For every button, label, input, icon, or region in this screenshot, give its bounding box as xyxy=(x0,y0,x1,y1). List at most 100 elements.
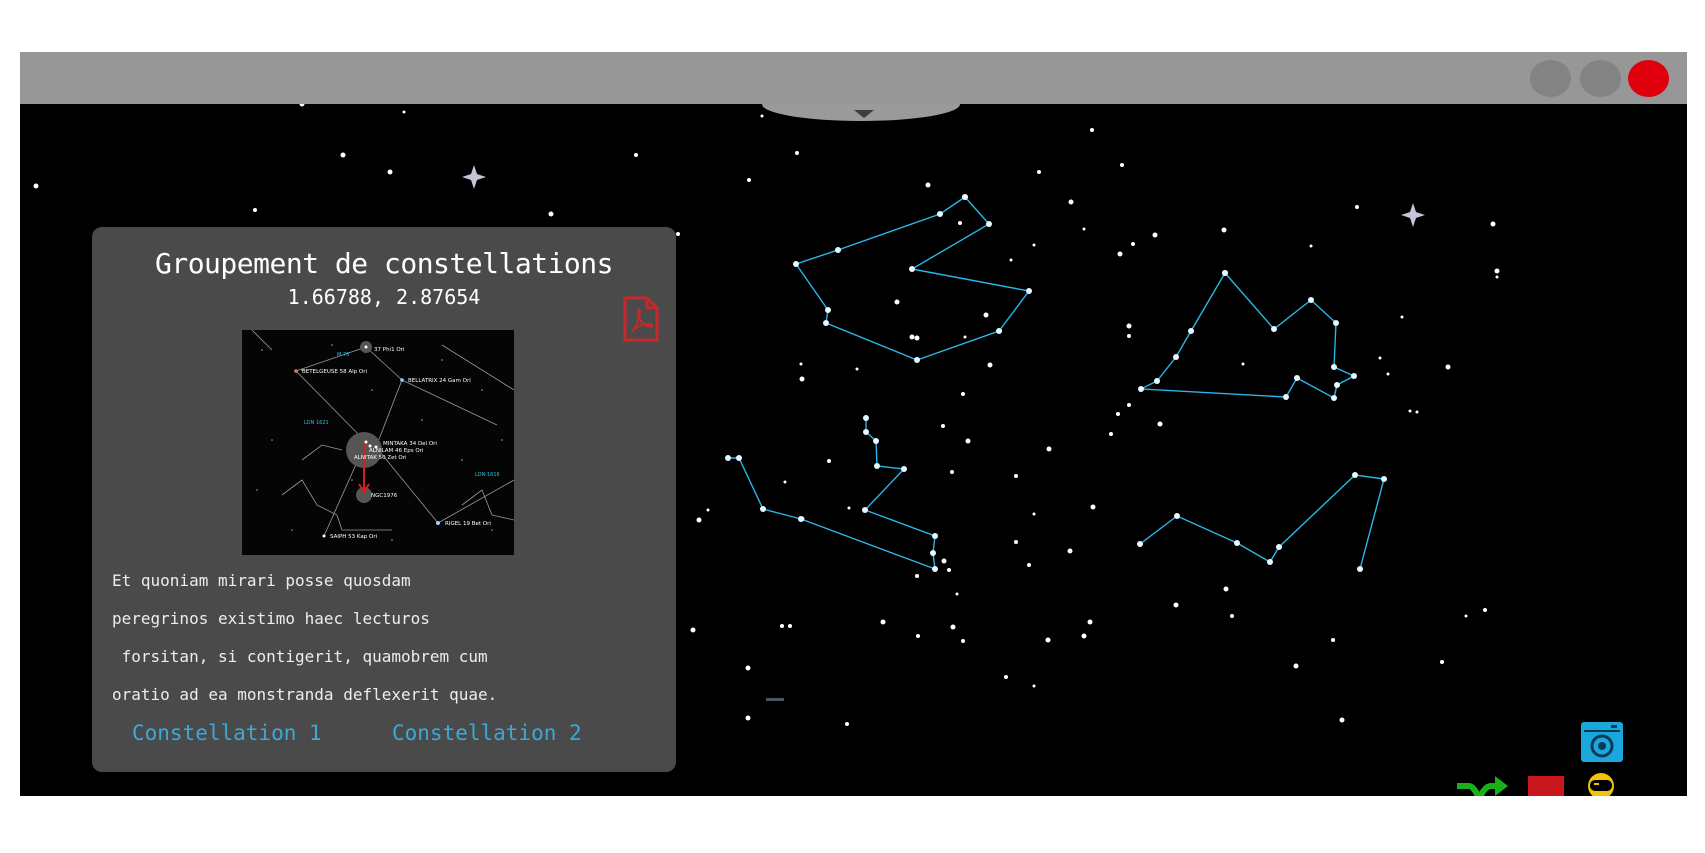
constellation-2-link[interactable]: Constellation 2 xyxy=(392,721,582,745)
constellation-star[interactable] xyxy=(823,320,829,326)
constellation-star[interactable] xyxy=(798,516,804,522)
constellation-star[interactable] xyxy=(793,261,799,267)
bookmark-button[interactable] xyxy=(1527,775,1565,796)
constellation-star[interactable] xyxy=(874,463,880,469)
constellation-star[interactable] xyxy=(725,455,731,461)
constellation-chart-image: BETELGEUSE 58 Alp Ori BELLATRIX 24 Gam O… xyxy=(242,329,515,555)
svg-text:BETELGEUSE 58 Alp Ori: BETELGEUSE 58 Alp Ori xyxy=(302,369,367,375)
constellation-star[interactable] xyxy=(1357,566,1363,572)
constellation-star[interactable] xyxy=(1222,270,1228,276)
constellation-star[interactable] xyxy=(914,357,920,363)
svg-text:ALNITAK 50 Zet Ori: ALNITAK 50 Zet Ori xyxy=(354,455,407,461)
constellation-line[interactable] xyxy=(1138,272,1356,400)
star xyxy=(941,424,945,428)
constellation-star[interactable] xyxy=(1334,382,1340,388)
constellation-star[interactable] xyxy=(901,466,907,472)
star xyxy=(1045,637,1051,643)
constellation-star[interactable] xyxy=(835,247,841,253)
constellation-line[interactable] xyxy=(728,418,936,571)
constellation-star[interactable] xyxy=(1174,513,1180,519)
star xyxy=(788,624,792,628)
constellation-star[interactable] xyxy=(932,566,938,572)
constellation-star[interactable] xyxy=(1294,375,1300,381)
constellation-star[interactable] xyxy=(1138,386,1144,392)
constellation-star[interactable] xyxy=(937,211,943,217)
maximize-button[interactable] xyxy=(1580,60,1621,97)
constellation-star[interactable] xyxy=(1026,288,1032,294)
constellation-star[interactable] xyxy=(1331,395,1337,401)
camera-button[interactable] xyxy=(1580,721,1624,763)
star-map[interactable]: Groupement de constellations 1.66788, 2.… xyxy=(20,104,1687,796)
star xyxy=(1483,608,1487,612)
constellation-star[interactable] xyxy=(1267,559,1273,565)
pdf-file-icon[interactable] xyxy=(622,296,660,342)
star xyxy=(1131,242,1135,246)
description-line: Et quoniam mirari posse quosdam xyxy=(112,571,411,590)
shuffle-button[interactable] xyxy=(1455,774,1509,796)
constellation-star[interactable] xyxy=(932,533,938,539)
constellation-links: Constellation 1 Constellation 2 xyxy=(132,721,652,751)
constellation-star[interactable] xyxy=(1173,354,1179,360)
star xyxy=(760,114,764,118)
constellation-star[interactable] xyxy=(1154,378,1160,384)
star xyxy=(1068,199,1074,205)
star xyxy=(950,624,956,630)
star xyxy=(1127,403,1131,407)
star xyxy=(1116,412,1120,416)
star xyxy=(1490,221,1496,227)
constellation-star[interactable] xyxy=(1351,373,1357,379)
constellation-star[interactable] xyxy=(1283,394,1289,400)
shuffle-icon xyxy=(1457,776,1508,796)
star xyxy=(1081,633,1087,639)
constellation-star[interactable] xyxy=(825,307,831,313)
star xyxy=(1067,548,1073,554)
constellation-star[interactable] xyxy=(1276,544,1282,550)
star xyxy=(1331,638,1335,642)
svg-text:LDN 1616: LDN 1616 xyxy=(475,472,500,478)
star xyxy=(696,517,702,523)
constellation-star[interactable] xyxy=(736,455,742,461)
star xyxy=(780,624,784,628)
star xyxy=(1082,227,1086,231)
constellation-star[interactable] xyxy=(1381,476,1387,482)
svg-text:ALNILAM 46 Eps Ori: ALNILAM 46 Eps Ori xyxy=(369,448,424,454)
constellation-star[interactable] xyxy=(1333,320,1339,326)
star xyxy=(1014,474,1018,478)
constellation-1-link[interactable]: Constellation 1 xyxy=(132,721,322,745)
panel-title: Groupement de constellations xyxy=(154,247,614,280)
star xyxy=(1109,432,1113,436)
constellation-star[interactable] xyxy=(1271,326,1277,332)
star xyxy=(402,110,406,114)
constellation-star[interactable] xyxy=(1308,297,1314,303)
constellation-star[interactable] xyxy=(863,415,869,421)
constellation-star[interactable] xyxy=(760,506,766,512)
star xyxy=(845,722,849,726)
constellation-star[interactable] xyxy=(986,221,992,227)
star xyxy=(548,211,554,217)
star xyxy=(847,506,851,510)
constellation-star[interactable] xyxy=(862,507,868,513)
star xyxy=(1087,619,1093,625)
constellation-star[interactable] xyxy=(909,266,915,272)
constellation-star[interactable] xyxy=(996,328,1002,334)
constellation-star[interactable] xyxy=(863,429,869,435)
close-button[interactable] xyxy=(1628,60,1669,97)
constellation-star[interactable] xyxy=(1331,364,1337,370)
constellation-star[interactable] xyxy=(1188,328,1194,334)
constellation-star[interactable] xyxy=(1352,472,1358,478)
constellation-star[interactable] xyxy=(930,550,936,556)
astronaut-icon xyxy=(1588,773,1614,796)
constellation-star[interactable] xyxy=(1234,540,1240,546)
star xyxy=(961,639,965,643)
star xyxy=(1032,243,1036,247)
constellation-star[interactable] xyxy=(962,194,968,200)
svg-text:37 Phi1 Ori: 37 Phi1 Ori xyxy=(374,347,405,353)
minimize-button[interactable] xyxy=(1530,60,1571,97)
svg-text:MINTAKA 34 Del Ori: MINTAKA 34 Del Ori xyxy=(383,441,437,447)
constellation-star[interactable] xyxy=(873,438,879,444)
constellation-line[interactable] xyxy=(1139,474,1385,570)
star xyxy=(1004,675,1008,679)
astronaut-button[interactable] xyxy=(1579,772,1623,796)
constellation-star[interactable] xyxy=(1137,541,1143,547)
camera-icon xyxy=(1581,722,1623,762)
